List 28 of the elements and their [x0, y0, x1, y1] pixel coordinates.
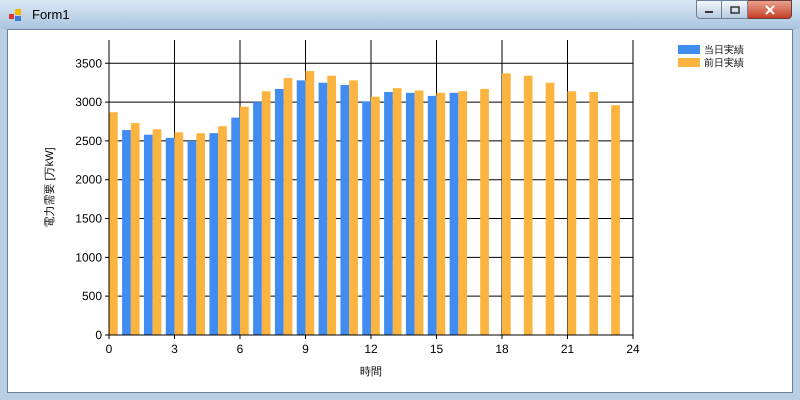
legend-label: 当日実績	[704, 45, 744, 56]
close-button[interactable]	[748, 0, 792, 19]
legend-label: 前日実績	[704, 58, 744, 69]
y-tick-label: 500	[82, 289, 102, 304]
x-tick-label: 12	[364, 342, 378, 356]
y-tick-label: 1500	[75, 212, 102, 226]
window-title: Form1	[32, 6, 70, 24]
close-icon	[764, 4, 776, 14]
y-tick-label: 3500	[75, 56, 102, 70]
app-icon	[8, 6, 24, 22]
x-tick-label: 0	[106, 342, 112, 356]
y-tick-label: 1000	[75, 250, 102, 264]
minimize-button[interactable]	[696, 0, 722, 19]
maximize-icon	[730, 6, 740, 14]
y-axis-title: 電力需要 [万kW]	[44, 147, 56, 228]
y-tick-label: 3000	[75, 95, 102, 110]
x-tick-label: 18	[495, 342, 509, 356]
x-tick-label: 9	[302, 342, 309, 356]
y-tick-label: 2000	[75, 172, 102, 187]
x-tick-label: 6	[236, 342, 244, 356]
y-tick-label: 0	[95, 328, 102, 342]
x-tick-label: 15	[430, 342, 444, 356]
x-tick-label: 3	[171, 342, 178, 356]
y-tick-label: 2500	[75, 134, 102, 148]
x-tick-label: 21	[560, 342, 574, 356]
x-tick-label: 24	[626, 342, 640, 356]
maximize-button[interactable]	[722, 0, 748, 19]
x-axis-title: 時間	[360, 366, 382, 378]
